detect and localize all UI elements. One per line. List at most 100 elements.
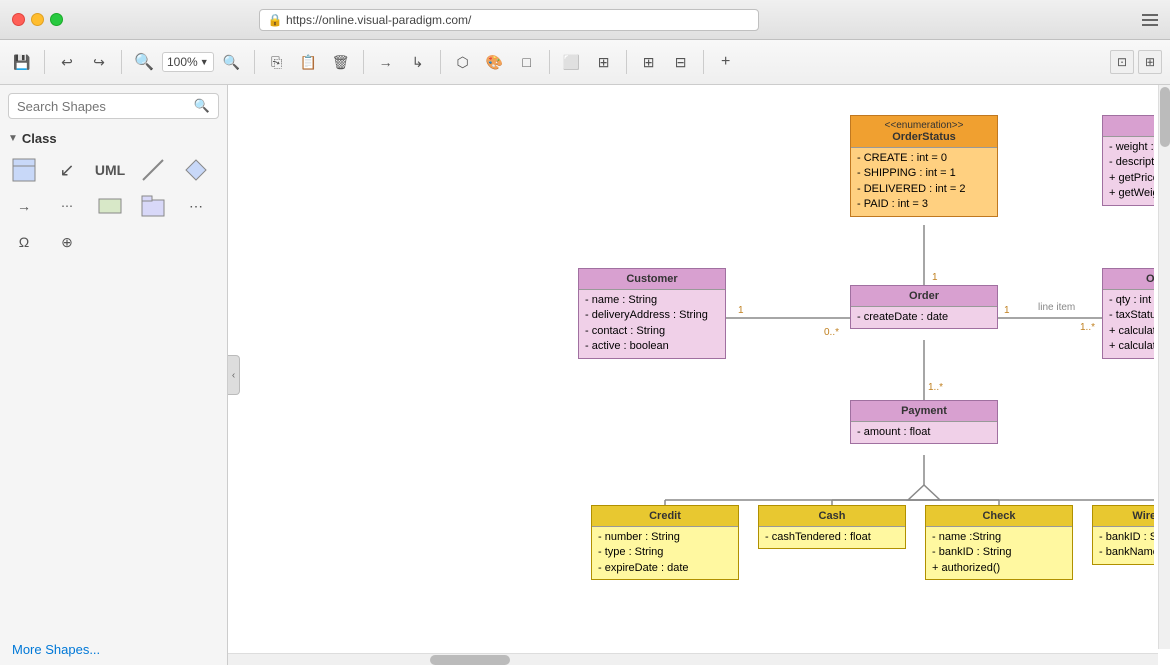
check-method-1: + authorized() bbox=[932, 561, 1066, 576]
class-cash-body: - cashTendered : float bbox=[759, 527, 905, 548]
toolbar-divider-5 bbox=[440, 50, 441, 74]
more-shapes-link[interactable]: More Shapes... bbox=[0, 634, 227, 665]
class-payment-body: - amount : float bbox=[851, 422, 997, 443]
class-wiretransfer[interactable]: WireTransfer - bankID : String - bankNam… bbox=[1092, 505, 1154, 565]
credit-attr-1: - number : String bbox=[598, 530, 732, 545]
class-payment-header: Payment bbox=[851, 401, 997, 422]
menu-icon[interactable] bbox=[1142, 14, 1158, 26]
shape-line[interactable] bbox=[137, 154, 169, 186]
zoom-out-button[interactable]: 🔍 bbox=[130, 48, 158, 76]
save-button[interactable]: 💾 bbox=[8, 48, 36, 76]
check-attr-1: - name :String bbox=[932, 530, 1066, 545]
panel-layout-button[interactable]: ⊡ bbox=[1110, 50, 1134, 74]
collapse-sidebar-handle[interactable]: ‹ bbox=[228, 355, 240, 395]
scrollbar-thumb-horizontal[interactable] bbox=[430, 655, 510, 665]
search-bar[interactable]: 🔍 bbox=[8, 93, 219, 119]
scrollbar-vertical[interactable] bbox=[1158, 85, 1170, 649]
elbow-button[interactable]: ↳ bbox=[404, 48, 432, 76]
class-orderstatus[interactable]: <<enumeration>> OrderStatus - CREATE : i… bbox=[850, 115, 998, 217]
orderstatus-attr-2: - SHIPPING : int = 1 bbox=[857, 166, 991, 181]
minimize-button[interactable] bbox=[31, 13, 44, 26]
class-item-header: Item bbox=[1103, 116, 1154, 137]
url-text: https://online.visual-paradigm.com/ bbox=[286, 13, 471, 27]
copy-button[interactable]: ⎘ bbox=[263, 48, 291, 76]
svg-text:1: 1 bbox=[1004, 305, 1010, 316]
paste-button[interactable]: 📋 bbox=[295, 48, 323, 76]
redo-button[interactable]: ↪ bbox=[85, 48, 113, 76]
group-button[interactable]: ⊞ bbox=[635, 48, 663, 76]
customer-attr-3: - contact : String bbox=[585, 324, 719, 339]
orderdetail-method-2: + calculateWeight() bbox=[1109, 339, 1154, 354]
shape-diamond[interactable] bbox=[180, 154, 212, 186]
format-button[interactable]: ⬡ bbox=[449, 48, 477, 76]
svg-text:1: 1 bbox=[738, 305, 744, 316]
layout-tools: ⊡ ⊞ bbox=[1110, 50, 1162, 74]
delete-button[interactable]: 🗑 bbox=[327, 48, 355, 76]
shape-plus[interactable]: ⊕ bbox=[51, 226, 83, 258]
traffic-lights bbox=[12, 13, 63, 26]
zoom-in-button[interactable]: 🔍 bbox=[218, 48, 246, 76]
class-orderdetail[interactable]: OrderDetail - qty : int - taxStatus : St… bbox=[1102, 268, 1154, 359]
shape-interface[interactable] bbox=[94, 190, 126, 222]
maximize-button[interactable] bbox=[50, 13, 63, 26]
orderdetail-attr-1: - qty : int bbox=[1109, 293, 1154, 308]
undo-button[interactable]: ↩ bbox=[53, 48, 81, 76]
class-customer[interactable]: Customer - name : String - deliveryAddre… bbox=[578, 268, 726, 359]
payment-attr-1: - amount : float bbox=[857, 425, 991, 440]
close-button[interactable] bbox=[12, 13, 25, 26]
distribute-button[interactable]: ⊞ bbox=[590, 48, 618, 76]
shape-omega[interactable]: Ω bbox=[8, 226, 40, 258]
shape-dots[interactable]: ⋯ bbox=[51, 190, 83, 222]
customer-attr-1: - name : String bbox=[585, 293, 719, 308]
toolbar-divider-8 bbox=[703, 50, 704, 74]
connector-button[interactable]: → bbox=[372, 48, 400, 76]
shape-grid: ↙ UML → ⋯ ⋯ bbox=[0, 150, 227, 262]
sidebar-section-class[interactable]: ▼ Class bbox=[0, 127, 227, 150]
zoom-dropdown-arrow[interactable]: ▼ bbox=[200, 57, 209, 67]
main-layout: 🔍 ▼ Class ↙ UML → bbox=[0, 85, 1170, 665]
layout-icons: ⊡ ⊞ bbox=[1110, 50, 1162, 74]
shape-text[interactable]: UML bbox=[94, 154, 126, 186]
check-attr-2: - bankID : String bbox=[932, 545, 1066, 560]
class-orderdetail-header: OrderDetail bbox=[1103, 269, 1154, 290]
class-credit[interactable]: Credit - number : String - type : String… bbox=[591, 505, 739, 580]
svg-text:1..*: 1..* bbox=[928, 382, 943, 393]
class-item-body: - weight : float - description : String … bbox=[1103, 137, 1154, 205]
ungroup-button[interactable]: ⊟ bbox=[667, 48, 695, 76]
class-cash[interactable]: Cash - cashTendered : float bbox=[758, 505, 906, 549]
class-orderstatus-body: - CREATE : int = 0 - SHIPPING : int = 1 … bbox=[851, 148, 997, 216]
shape-class[interactable] bbox=[8, 154, 40, 186]
scrollbar-horizontal[interactable] bbox=[228, 653, 1158, 665]
add-button[interactable]: + bbox=[712, 48, 740, 76]
align-button[interactable]: ⬜ bbox=[558, 48, 586, 76]
order-attr-1: - createDate : date bbox=[857, 310, 991, 325]
sidebar: 🔍 ▼ Class ↙ UML → bbox=[0, 85, 228, 665]
canvas-area[interactable]: 1 1 0..* 1 0..* 1 line item 1..* 1..* bbox=[228, 85, 1170, 665]
class-credit-body: - number : String - type : String - expi… bbox=[592, 527, 738, 579]
search-input[interactable] bbox=[17, 99, 194, 114]
class-check[interactable]: Check - name :String - bankID : String +… bbox=[925, 505, 1073, 580]
section-label: Class bbox=[22, 131, 57, 146]
shape-comment[interactable]: ⋯ bbox=[180, 190, 212, 222]
svg-text:0..*: 0..* bbox=[824, 327, 839, 338]
border-button[interactable]: □ bbox=[513, 48, 541, 76]
item-method-1: + getPriceForQuantity() bbox=[1109, 171, 1154, 186]
class-payment[interactable]: Payment - amount : float bbox=[850, 400, 998, 444]
class-item[interactable]: Item - weight : float - description : St… bbox=[1102, 115, 1154, 206]
credit-attr-2: - type : String bbox=[598, 545, 732, 560]
zoom-control[interactable]: 100% ▼ bbox=[162, 52, 214, 72]
url-bar[interactable]: 🔒 https://online.visual-paradigm.com/ bbox=[259, 9, 759, 31]
class-check-header: Check bbox=[926, 506, 1072, 527]
class-order[interactable]: Order - createDate : date bbox=[850, 285, 998, 329]
shape-package[interactable] bbox=[137, 190, 169, 222]
url-icon: 🔒 bbox=[268, 13, 283, 27]
scrollbar-thumb-vertical[interactable] bbox=[1160, 87, 1170, 147]
orderdetail-attr-2: - taxStatus : String bbox=[1109, 308, 1154, 323]
class-orderstatus-header: <<enumeration>> OrderStatus bbox=[851, 116, 997, 148]
class-credit-header: Credit bbox=[592, 506, 738, 527]
fill-button[interactable]: 🎨 bbox=[481, 48, 509, 76]
shape-arrow[interactable]: → bbox=[8, 190, 40, 222]
shape-note[interactable]: ↙ bbox=[51, 154, 83, 186]
toolbar: 💾 ↩ ↪ 🔍 100% ▼ 🔍 ⎘ 📋 🗑 → ↳ ⬡ 🎨 □ ⬜ ⊞ ⊞ ⊟… bbox=[0, 40, 1170, 85]
fullscreen-button[interactable]: ⊞ bbox=[1138, 50, 1162, 74]
